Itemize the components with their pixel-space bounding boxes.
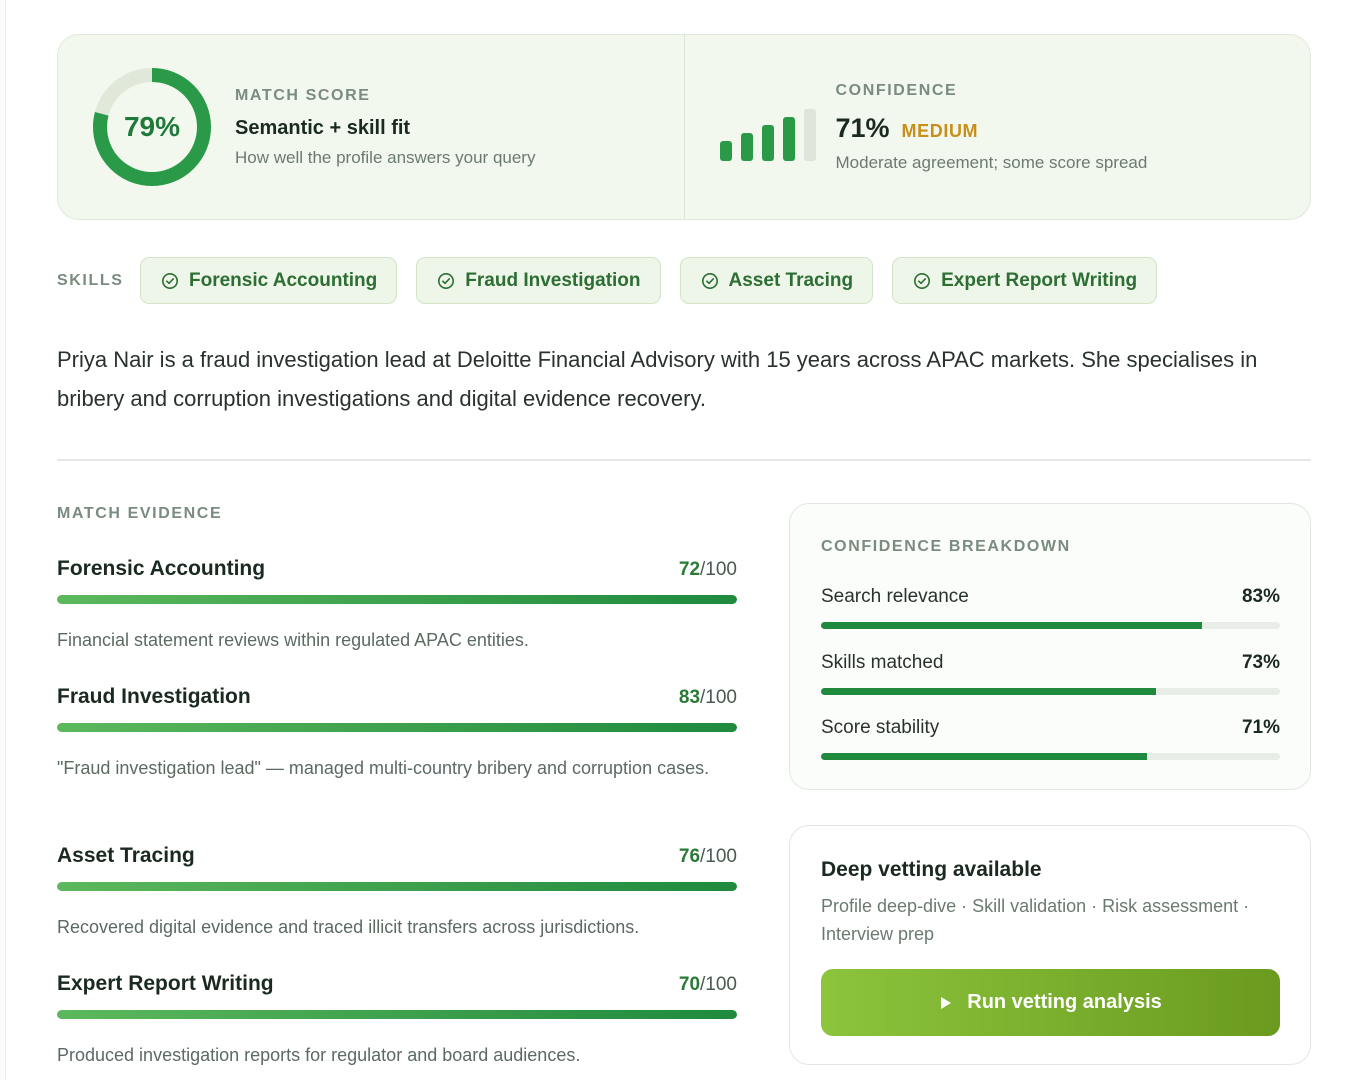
evidence-score: 83/100 <box>679 687 737 709</box>
check-circle-icon <box>701 272 718 289</box>
confidence-level-badge: MEDIUM <box>901 121 979 141</box>
skill-chip[interactable]: Expert Report Writing <box>892 257 1158 304</box>
evidence-score-value: 70 <box>678 974 701 995</box>
signal-bar <box>719 141 732 161</box>
evidence-score-value: 76 <box>678 846 701 867</box>
profile-bio: Priya Nair is a fraud investigation lead… <box>57 347 1258 411</box>
breakdown-row: Search relevance 83% <box>821 586 1280 629</box>
skill-chip[interactable]: Forensic Accounting <box>140 257 398 304</box>
evidence-score-value: 83 <box>678 687 701 708</box>
signal-bar <box>803 109 816 161</box>
evidence-item: Forensic Accounting 72/100 Financial sta… <box>57 557 737 656</box>
breakdown-progress-track <box>821 688 1280 695</box>
evidence-description: Recovered digital evidence and traced il… <box>57 917 640 937</box>
skill-chip[interactable]: Fraud Investigation <box>416 257 661 304</box>
evidence-progress-track <box>57 723 737 732</box>
skill-chip-label: Expert Report Writing <box>941 269 1138 291</box>
confidence-value-row: 71% MEDIUM <box>836 113 979 144</box>
breakdown-label: Skills matched <box>821 652 944 673</box>
breakdown-progress-track <box>821 622 1280 629</box>
match-score-subtitle: How well the profile answers your query <box>235 148 536 167</box>
breakdown-value: 73% <box>1241 652 1280 673</box>
evidence-progress-fill <box>57 595 737 604</box>
skill-chip[interactable]: Asset Tracing <box>679 257 874 304</box>
signal-bar <box>761 125 774 161</box>
match-score-value: 79% <box>123 111 181 142</box>
confidence-kicker: CONFIDENCE <box>835 82 958 99</box>
match-score-panel: 79% MATCH SCORE Semantic + skill fit How… <box>58 35 684 219</box>
breakdown-progress-fill <box>821 753 1147 760</box>
breakdown-row: Skills matched 73% <box>821 652 1280 695</box>
evidence-skill-name: Fraud Investigation <box>57 685 251 708</box>
skill-chip-label: Fraud Investigation <box>465 269 641 291</box>
match-score-title: Semantic + skill fit <box>235 117 411 139</box>
skills-chip-list: Forensic Accounting Fraud Investigation … <box>140 257 1158 304</box>
evidence-score-suffix: /100 <box>700 559 737 580</box>
breakdown-label: Score stability <box>821 717 940 738</box>
evidence-progress-fill <box>57 882 737 891</box>
confidence-subtitle: Moderate agreement; some score spread <box>835 153 1148 172</box>
check-circle-icon <box>914 272 931 289</box>
skills-label: SKILLS <box>57 272 124 289</box>
evidence-progress-track <box>57 1010 737 1019</box>
evidence-skill-name: Expert Report Writing <box>57 972 274 995</box>
signal-bar <box>740 133 753 161</box>
confidence-breakdown-kicker: CONFIDENCE BREAKDOWN <box>821 538 1071 555</box>
check-circle-icon <box>162 272 178 289</box>
confidence-value: 71% <box>835 113 890 143</box>
deep-vetting-card: Deep vetting available Profile deep-dive… <box>789 825 1311 1065</box>
match-evidence-kicker: MATCH EVIDENCE <box>57 505 223 522</box>
signal-bars-icon <box>719 109 820 161</box>
evidence-progress-fill <box>57 723 737 732</box>
evidence-item: Expert Report Writing 70/100 Produced in… <box>57 972 737 1071</box>
run-vetting-button-label: Run vetting analysis <box>967 991 1162 1013</box>
evidence-progress-track <box>57 595 737 604</box>
breakdown-label: Search relevance <box>821 586 969 607</box>
breakdown-progress-fill <box>821 622 1202 629</box>
confidence-panel: CONFIDENCE 71% MEDIUM Moderate agreement… <box>683 35 1311 219</box>
skill-chip-label: Asset Tracing <box>728 269 854 291</box>
evidence-item: Asset Tracing 76/100 Recovered digital e… <box>57 844 737 943</box>
run-vetting-button[interactable]: Run vetting analysis <box>821 969 1280 1036</box>
evidence-description: Financial statement reviews within regul… <box>57 630 529 650</box>
deep-vetting-subtitle: Profile deep-dive · Skill validation · R… <box>821 896 1250 944</box>
match-score-kicker: MATCH SCORE <box>235 87 371 104</box>
signal-bar <box>782 117 795 161</box>
evidence-description: "Fraud investigation lead" — managed mul… <box>57 758 710 778</box>
evidence-score: 72/100 <box>679 559 737 581</box>
check-circle-icon <box>438 272 455 289</box>
left-edge <box>0 0 6 1080</box>
evidence-skill-name: Forensic Accounting <box>57 557 266 580</box>
play-icon <box>941 996 952 1009</box>
evidence-score-suffix: /100 <box>700 687 737 708</box>
evidence-score: 70/100 <box>679 974 737 996</box>
deep-vetting-title: Deep vetting available <box>821 858 1042 881</box>
section-divider <box>57 459 1311 461</box>
evidence-score-suffix: /100 <box>700 846 737 867</box>
evidence-skill-name: Asset Tracing <box>57 844 195 867</box>
evidence-score: 76/100 <box>679 846 737 868</box>
skill-chip-label: Forensic Accounting <box>189 269 378 291</box>
evidence-item: Fraud Investigation 83/100 "Fraud invest… <box>57 685 737 784</box>
breakdown-progress-fill <box>821 688 1157 695</box>
breakdown-progress-track <box>821 753 1280 760</box>
evidence-progress-fill <box>57 1010 737 1019</box>
breakdown-value: 83% <box>1241 586 1280 607</box>
breakdown-value: 71% <box>1241 717 1280 738</box>
evidence-progress-track <box>57 882 737 891</box>
breakdown-row: Score stability 71% <box>821 717 1280 760</box>
evidence-description: Produced investigation reports for regul… <box>57 1045 581 1065</box>
score-summary-card: 79% MATCH SCORE Semantic + skill fit How… <box>57 34 1311 220</box>
evidence-score-value: 72 <box>678 559 701 580</box>
evidence-score-suffix: /100 <box>700 974 737 995</box>
confidence-breakdown-card: CONFIDENCE BREAKDOWN Search relevance 83%… <box>789 503 1311 790</box>
